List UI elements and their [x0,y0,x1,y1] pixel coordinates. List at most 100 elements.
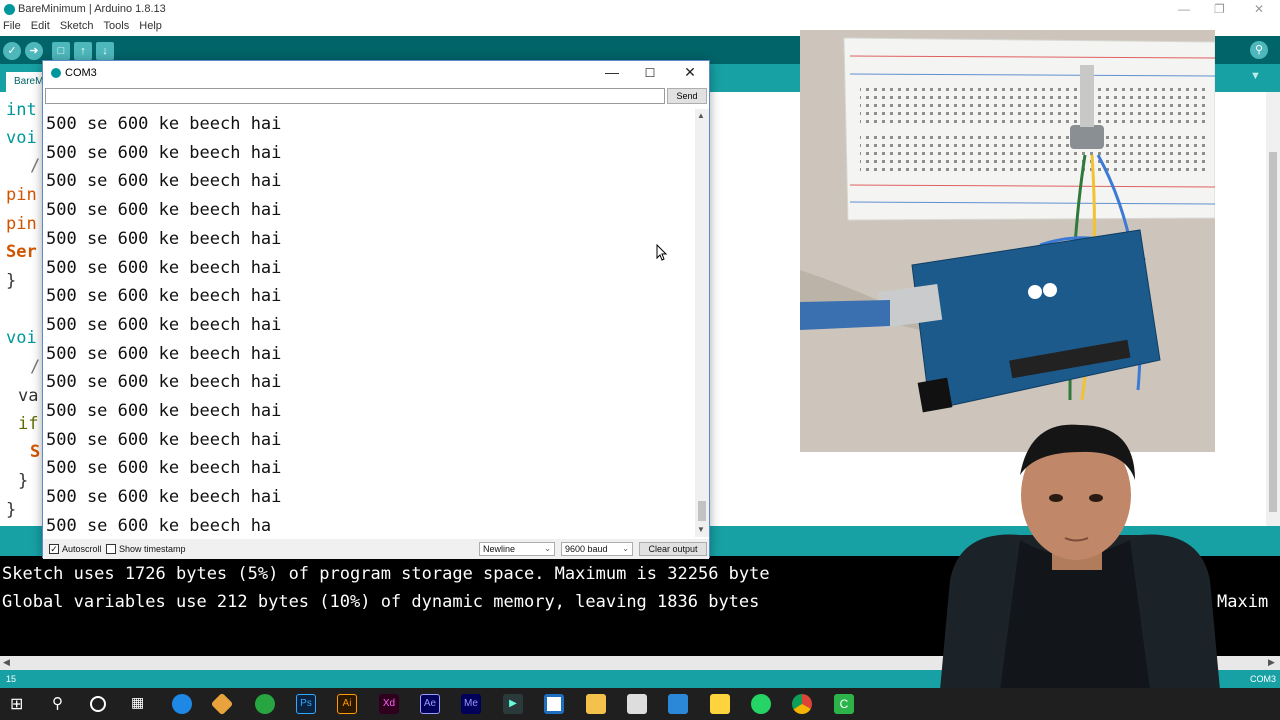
upload-icon[interactable]: ➜ [25,42,43,60]
maximize-icon[interactable]: ❐ [1214,2,1225,16]
close-icon[interactable]: ✕ [1254,2,1264,16]
serial-output-line: 500 se 600 ke beech hai [46,343,282,364]
ide-title-bar: BareMinimum | Arduino 1.8.13 — ❐ ✕ [0,0,1280,20]
code-fragment: va [18,386,39,406]
terminal-icon[interactable]: ▶ [503,694,523,714]
show-timestamp-label: Show timestamp [119,544,186,554]
git-icon[interactable] [210,692,234,716]
serial-output-line: 500 se 600 ke beech hai [46,372,282,393]
whatsapp-icon[interactable] [751,694,771,714]
line-ending-value: Newline [483,544,516,554]
menu-edit[interactable]: Edit [31,20,50,32]
serial-output-line: 500 se 600 ke beech hai [46,228,282,249]
serial-output-line: 500 se 600 ke beech hai [46,114,282,134]
search-icon[interactable]: ⚲ [52,694,72,714]
illustrator-icon[interactable]: Ai [337,694,357,714]
close-icon[interactable]: ✕ [675,64,705,81]
screen: BareMinimum | Arduino 1.8.13 — ❐ ✕ File … [0,0,1280,720]
arduino-app-icon [4,4,15,15]
scroll-down-icon[interactable]: ▼ [697,525,705,534]
photoshop-icon[interactable]: Ps [296,694,316,714]
after-effects-icon[interactable]: Ae [420,694,440,714]
serial-output-line: 500 se 600 ke beech hai [46,458,282,479]
webcam-overlay [880,420,1280,690]
scrollbar-thumb[interactable] [698,501,706,521]
xd-icon[interactable]: Xd [379,694,399,714]
clear-output-button[interactable]: Clear output [639,542,707,556]
serial-monitor-window: COM3 — ☐ ✕ Send 500 se 600 ke beech hai 5… [42,60,710,559]
line-ending-select[interactable]: Newline ⌄ [479,542,555,556]
serial-output-area: 500 se 600 ke beech hai 500 se 600 ke bee… [44,109,694,537]
code-fragment: pin [6,185,37,205]
menu-tools[interactable]: Tools [104,20,130,32]
app-square-icon[interactable] [544,694,564,714]
scroll-left-icon[interactable]: ◀ [3,657,10,668]
serial-monitor-icon[interactable]: ⚲ [1250,41,1268,59]
media-encoder-icon[interactable]: Me [461,694,481,714]
app-icon[interactable] [255,694,275,714]
console-line: Sketch uses 1726 bytes (5%) of program s… [2,564,770,584]
code-fragment: / [30,357,41,377]
chrome-icon[interactable] [792,694,812,714]
serial-output-line: 500 se 600 ke beech hai [46,171,282,192]
code-fragment: } [18,471,29,491]
file-explorer-icon[interactable] [586,694,606,714]
baud-rate-value: 9600 baud [565,544,608,554]
code-fragment: S [30,442,41,462]
code-fragment: pin [6,214,37,234]
serial-output-line: 500 se 600 ke beech hai [46,314,282,335]
verify-icon[interactable]: ✓ [3,42,21,60]
ide-window-title: BareMinimum | Arduino 1.8.13 [18,3,166,15]
cortana-icon[interactable] [90,696,106,712]
serial-output-line: 500 se 600 ke beech hai [46,401,282,421]
serial-output-line: 500 se 600 ke beech hai [46,142,282,163]
console-line: Global variables use 212 bytes (10%) of … [2,592,760,612]
serial-output-line: 500 se 600 ke beech hai [46,429,282,450]
scroll-up-icon[interactable]: ▲ [697,111,705,120]
taskbar: ⊞ ⚲ ▦ Ps Ai Xd Ae Me ▶ C [0,688,1280,720]
mail-icon[interactable] [668,694,688,714]
autoscroll-label: Autoscroll [62,544,102,554]
tab-menu-icon[interactable]: ▼ [1250,70,1261,82]
task-view-icon[interactable]: ▦ [131,694,151,714]
code-fragment: } [6,271,17,291]
code-fragment: int [6,100,37,120]
chevron-down-icon: ⌄ [544,544,551,553]
code-fragment: voi [6,128,37,148]
serial-output-line: 500 se 600 ke beech hai [46,257,282,278]
sticky-notes-icon[interactable] [710,694,730,714]
maximize-icon[interactable]: ☐ [635,66,665,80]
baud-rate-select[interactable]: 9600 baud ⌄ [561,542,633,556]
serial-monitor-title: COM3 [65,67,97,79]
arduino-app-icon [51,68,61,78]
minimize-icon[interactable]: — [1178,2,1190,16]
serial-output-line: 500 se 600 ke beech hai [46,487,282,508]
output-scrollbar[interactable]: ▲ ▼ [695,109,709,537]
menu-file[interactable]: File [3,20,21,32]
serial-monitor-title-bar[interactable]: COM3 — ☐ ✕ [43,61,709,85]
menu-sketch[interactable]: Sketch [60,20,94,32]
store-icon[interactable] [627,694,647,714]
code-fragment: } [6,500,17,520]
mouse-cursor-icon [656,244,668,261]
edge-icon[interactable] [172,694,192,714]
code-fragment: / [30,156,41,176]
camtasia-icon[interactable]: C [834,694,854,714]
new-sketch-icon[interactable]: □ [52,42,70,60]
windows-start-icon[interactable]: ⊞ [10,694,30,714]
autoscroll-checkbox[interactable]: ✓ [49,544,59,554]
serial-output-line: 500 se 600 ke beech hai [46,200,282,221]
serial-send-input[interactable] [45,88,665,104]
serial-output-line: 500 se 600 ke beech hai [46,286,282,307]
save-sketch-icon[interactable]: ↓ [96,42,114,60]
menu-help[interactable]: Help [139,20,162,32]
open-sketch-icon[interactable]: ↑ [74,42,92,60]
code-fragment: if [18,414,39,434]
minimize-icon[interactable]: — [597,64,627,80]
line-number: 15 [6,674,17,684]
send-button[interactable]: Send [667,88,707,104]
show-timestamp-checkbox[interactable] [106,544,116,554]
code-fragment: voi [6,328,37,348]
serial-monitor-footer: ✓ Autoscroll Show timestamp Newline ⌄ 96… [43,539,709,559]
serial-output-line: 500 se 600 ke beech ha [46,515,272,536]
